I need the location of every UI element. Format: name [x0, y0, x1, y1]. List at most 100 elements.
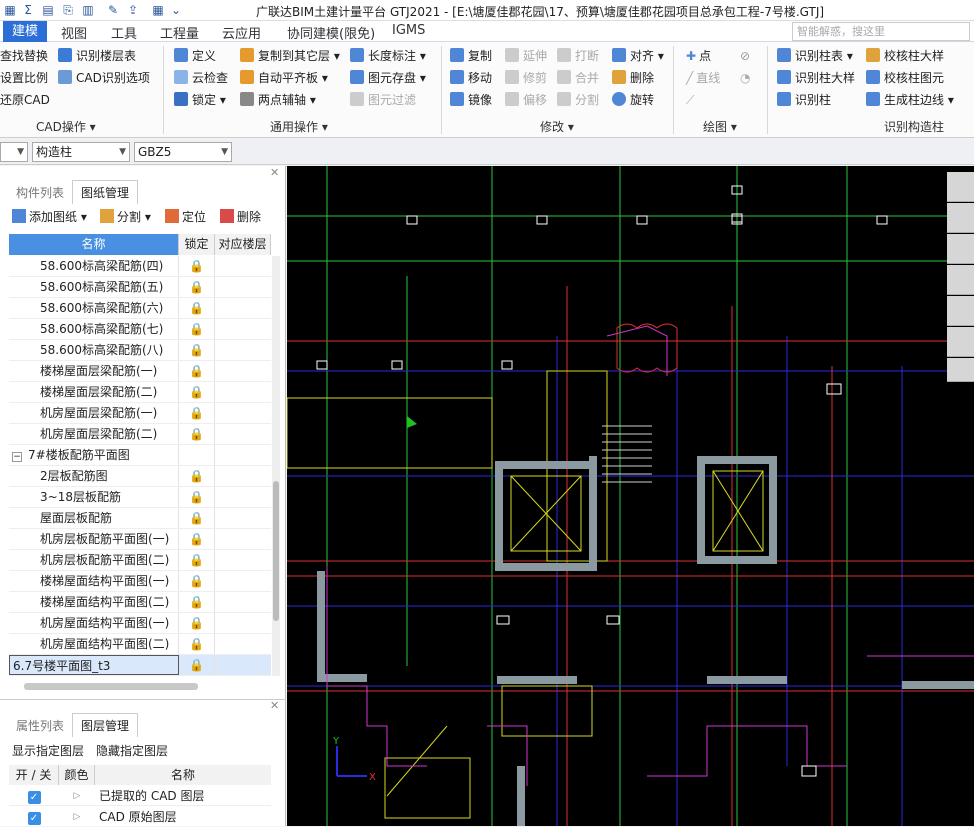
rotate-view-icon[interactable] [947, 296, 974, 326]
table-row[interactable]: 机房层板配筋平面图(二) 🔒 [9, 550, 271, 571]
floor-cell[interactable] [215, 361, 271, 381]
menu-view[interactable]: 视图 [61, 23, 87, 42]
lock-icon[interactable]: 🔒 [179, 592, 215, 612]
extend-button[interactable]: 延伸 [505, 46, 547, 66]
table-row[interactable]: 楼梯屋面层梁配筋(一) 🔒 [9, 361, 271, 382]
circle-tool-button[interactable]: ⊘ [740, 46, 750, 66]
table-row[interactable]: 58.600标高梁配筋(八) 🔒 [9, 340, 271, 361]
table-row[interactable]: 机房层板配筋平面图(一) 🔒 [9, 529, 271, 550]
lock-icon[interactable]: 🔒 [179, 634, 215, 654]
floor-cell[interactable] [215, 298, 271, 318]
lock-icon[interactable]: 🔒 [179, 382, 215, 402]
sum-icon[interactable]: Σ [20, 2, 36, 18]
expand-icon[interactable]: ▷ [59, 807, 95, 827]
save-elements-button[interactable]: 图元存盘 ▾ [350, 68, 426, 88]
table-row[interactable]: 6.7号楼平面图_t3 🔒 [9, 655, 271, 676]
lock-icon[interactable] [179, 445, 215, 465]
lock-icon[interactable]: 🔒 [179, 424, 215, 444]
floor-select[interactable]: ▼ [0, 142, 28, 162]
floor-cell[interactable] [215, 466, 271, 486]
lock-icon[interactable]: 🔒 [179, 361, 215, 381]
layer-row[interactable]: ✓ ▷ CAD 原始图层 [9, 807, 271, 827]
floor-cell[interactable] [215, 319, 271, 339]
cad-options-button[interactable]: CAD识别选项 [58, 68, 150, 88]
floor-cell[interactable] [215, 571, 271, 591]
table2-icon[interactable]: ▥ [80, 2, 96, 18]
search-doc-icon[interactable]: ⎘ [60, 2, 76, 18]
lock-icon[interactable]: 🔒 [179, 571, 215, 591]
group-cad-ops[interactable]: CAD操作 ▾ [36, 118, 96, 136]
lock-icon[interactable]: 🔒 [179, 529, 215, 549]
check-column-element-button[interactable]: 校核柱图元 [866, 68, 944, 88]
length-dimension-button[interactable]: 长度标注 ▾ [350, 46, 426, 66]
lock-icon[interactable]: 🔒 [179, 655, 215, 675]
collapse-icon[interactable]: − [12, 452, 22, 462]
floor-cell[interactable] [215, 529, 271, 549]
add-drawing-button[interactable]: 添加图纸 ▾ [12, 208, 87, 225]
auto-align-slab-button[interactable]: 自动平齐板 ▾ [240, 68, 328, 88]
restore-cad-button[interactable]: 还原CAD [0, 90, 50, 110]
recognize-floor-table-button[interactable]: 识别楼层表 [58, 46, 136, 66]
floor-cell[interactable] [215, 655, 271, 675]
column-name-header[interactable]: 名称 [9, 234, 179, 255]
table-row[interactable]: 机房屋面结构平面图(二) 🔒 [9, 634, 271, 655]
search-input[interactable]: 智能解惑，搜这里 [792, 22, 970, 41]
split-button[interactable]: 分割 [557, 90, 599, 110]
group-general-ops[interactable]: 通用操作 ▾ [270, 118, 328, 136]
table-row[interactable]: 机房屋面结构平面图(一) 🔒 [9, 613, 271, 634]
collapse-icon[interactable] [947, 327, 974, 357]
floor-cell[interactable] [215, 424, 271, 444]
group-modify[interactable]: 修改 ▾ [540, 118, 574, 136]
lock-icon[interactable]: 🔒 [179, 613, 215, 633]
table-row[interactable]: 58.600标高梁配筋(四) 🔒 [9, 256, 271, 277]
lock-icon[interactable]: 🔒 [179, 508, 215, 528]
lock-icon[interactable]: 🔒 [179, 487, 215, 507]
cad-drawing-canvas[interactable]: Y X [287, 166, 974, 826]
table-row[interactable]: 58.600标高梁配筋(七) 🔒 [9, 319, 271, 340]
hide-layer-button[interactable]: 隐藏指定图层 [96, 742, 168, 759]
tab-drawing-management[interactable]: 图纸管理 [72, 180, 139, 204]
table-row[interactable]: 楼梯屋面层梁配筋(二) 🔒 [9, 382, 271, 403]
view-sphere-icon[interactable] [947, 172, 974, 202]
table-row[interactable]: 2层板配筋图 🔒 [9, 466, 271, 487]
table-row[interactable]: 机房屋面层梁配筋(二) 🔒 [9, 424, 271, 445]
tab-layer-management[interactable]: 图层管理 [72, 713, 139, 737]
horizontal-scrollbar[interactable] [24, 683, 198, 690]
floor-cell[interactable] [215, 403, 271, 423]
delete-drawing-button[interactable]: 删除 [220, 208, 261, 225]
table-row[interactable]: 58.600标高梁配筋(五) 🔒 [9, 277, 271, 298]
upload-icon[interactable]: ⇪ [125, 2, 141, 18]
cloud-check-button[interactable]: 云检查 [174, 68, 228, 88]
floor-cell[interactable] [215, 340, 271, 360]
two-point-axis-button[interactable]: 两点辅轴 ▾ [240, 90, 316, 110]
column-lock-header[interactable]: 锁定 [179, 234, 215, 255]
grid-view-icon[interactable] [947, 358, 974, 382]
rotate-button[interactable]: 旋转 [612, 90, 654, 110]
locate-button[interactable]: 定位 [165, 208, 206, 225]
floor-cell[interactable] [215, 256, 271, 276]
table-row[interactable]: −7#楼板配筋平面图 [9, 445, 271, 466]
table-row[interactable]: 机房屋面层梁配筋(一) 🔒 [9, 403, 271, 424]
lock-icon[interactable]: 🔒 [179, 550, 215, 570]
close-icon[interactable]: ✕ [270, 699, 279, 712]
lock-icon[interactable]: 🔒 [179, 256, 215, 276]
element-filter-button[interactable]: 图元过滤 [350, 90, 416, 110]
find-replace-button[interactable]: 查找替换 [0, 46, 48, 66]
move-button[interactable]: 移动 [450, 68, 492, 88]
polyline-tool-button[interactable]: ⟋ [686, 90, 694, 110]
floor-cell[interactable] [215, 382, 271, 402]
floor-cell[interactable] [215, 550, 271, 570]
menu-quantity[interactable]: 工程量 [160, 23, 199, 42]
tab-properties[interactable]: 属性列表 [8, 714, 72, 737]
floor-cell[interactable] [215, 634, 271, 654]
align-button[interactable]: 对齐 ▾ [612, 46, 664, 66]
check-column-detail-button[interactable]: 校核柱大样 [866, 46, 944, 66]
merge-button[interactable]: 合并 [557, 68, 599, 88]
floor-cell[interactable] [215, 592, 271, 612]
mirror-button[interactable]: 镜像 [450, 90, 492, 110]
define-button[interactable]: 定义 [174, 46, 216, 66]
menu-modeling[interactable]: 建模 [3, 21, 48, 42]
checkbox-checked[interactable]: ✓ [27, 812, 41, 825]
line-button[interactable]: ╱ 直线 [686, 68, 720, 88]
group-draw[interactable]: 绘图 ▾ [703, 118, 737, 136]
